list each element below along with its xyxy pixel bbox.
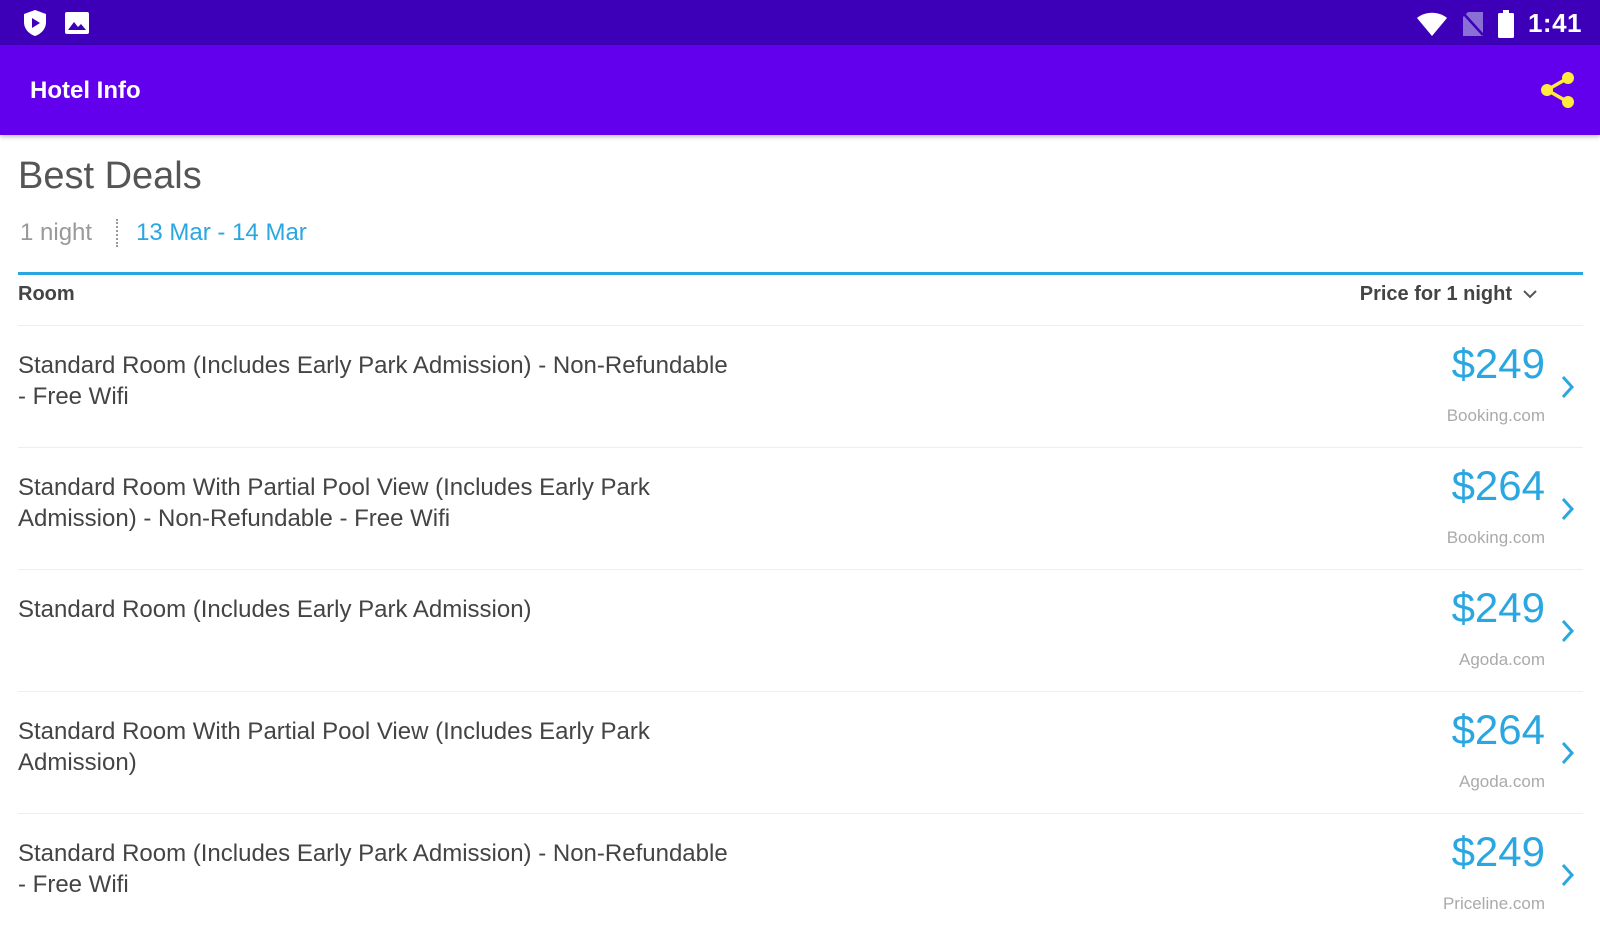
- share-button[interactable]: [1538, 70, 1578, 110]
- image-icon: [64, 11, 90, 35]
- no-sim-icon: [1462, 11, 1484, 37]
- battery-icon: [1497, 9, 1514, 38]
- status-right-icons: 1:41: [1416, 8, 1582, 39]
- deal-price: $264: [1451, 462, 1545, 509]
- room-name: Standard Room (Includes Early Park Admis…: [18, 352, 728, 410]
- deal-row[interactable]: Standard Room With Partial Pool View (In…: [18, 691, 1583, 813]
- deal-row[interactable]: Standard Room (Includes Early Park Admis…: [18, 569, 1583, 691]
- chevron-right-icon: [1555, 494, 1579, 524]
- price-sort-dropdown[interactable]: Price for 1 night: [1360, 283, 1538, 306]
- page-title: Hotel Info: [30, 77, 141, 104]
- room-name: Standard Room With Partial Pool View (In…: [18, 474, 650, 532]
- status-left-icons: [22, 9, 90, 37]
- share-icon: [1538, 72, 1578, 114]
- deal-price: $264: [1451, 706, 1545, 753]
- table-header: Room Price for 1 night: [18, 283, 1583, 319]
- chevron-right-icon: [1555, 738, 1579, 768]
- wifi-icon: [1416, 11, 1448, 37]
- deal-price: $249: [1451, 828, 1545, 875]
- room-name: Standard Room With Partial Pool View (In…: [18, 718, 650, 776]
- deal-row[interactable]: Standard Room (Includes Early Park Admis…: [18, 325, 1583, 447]
- chevron-right-icon: [1555, 860, 1579, 890]
- deal-row[interactable]: Standard Room (Includes Early Park Admis…: [18, 813, 1583, 935]
- status-bar: 1:41: [0, 0, 1600, 45]
- status-time: 1:41: [1527, 8, 1582, 38]
- deal-provider: Booking.com: [1446, 528, 1545, 547]
- deal-row[interactable]: Standard Room With Partial Pool View (In…: [18, 447, 1583, 569]
- column-header-room: Room: [18, 283, 75, 305]
- deals-list: Standard Room (Includes Early Park Admis…: [18, 325, 1583, 935]
- deal-price: $249: [1451, 584, 1545, 631]
- stay-info: 1 night 13 Mar - 14 Mar: [20, 219, 307, 247]
- deal-provider: Priceline.com: [1442, 894, 1545, 913]
- chevron-down-icon: [1522, 283, 1538, 306]
- deal-provider: Agoda.com: [1459, 772, 1545, 791]
- best-deals-section: Best Deals 1 night 13 Mar - 14 Mar Room …: [0, 135, 1600, 913]
- chevron-right-icon: [1555, 372, 1579, 402]
- column-header-price: Price for 1 night: [1359, 283, 1512, 305]
- app-bar: Hotel Info: [0, 45, 1600, 135]
- shield-play-icon: [22, 9, 48, 37]
- deal-price: $249: [1451, 340, 1545, 387]
- header-divider: [18, 272, 1583, 275]
- dotted-divider: [116, 219, 119, 247]
- deal-provider: Booking.com: [1446, 406, 1545, 425]
- deal-provider: Agoda.com: [1459, 650, 1545, 669]
- room-name: Standard Room (Includes Early Park Admis…: [18, 840, 728, 898]
- nights-count[interactable]: 1 night: [20, 219, 92, 247]
- room-name: Standard Room (Includes Early Park Admis…: [18, 596, 532, 623]
- section-title: Best Deals: [18, 155, 202, 197]
- date-range[interactable]: 13 Mar - 14 Mar: [136, 219, 307, 247]
- chevron-right-icon: [1555, 616, 1579, 646]
